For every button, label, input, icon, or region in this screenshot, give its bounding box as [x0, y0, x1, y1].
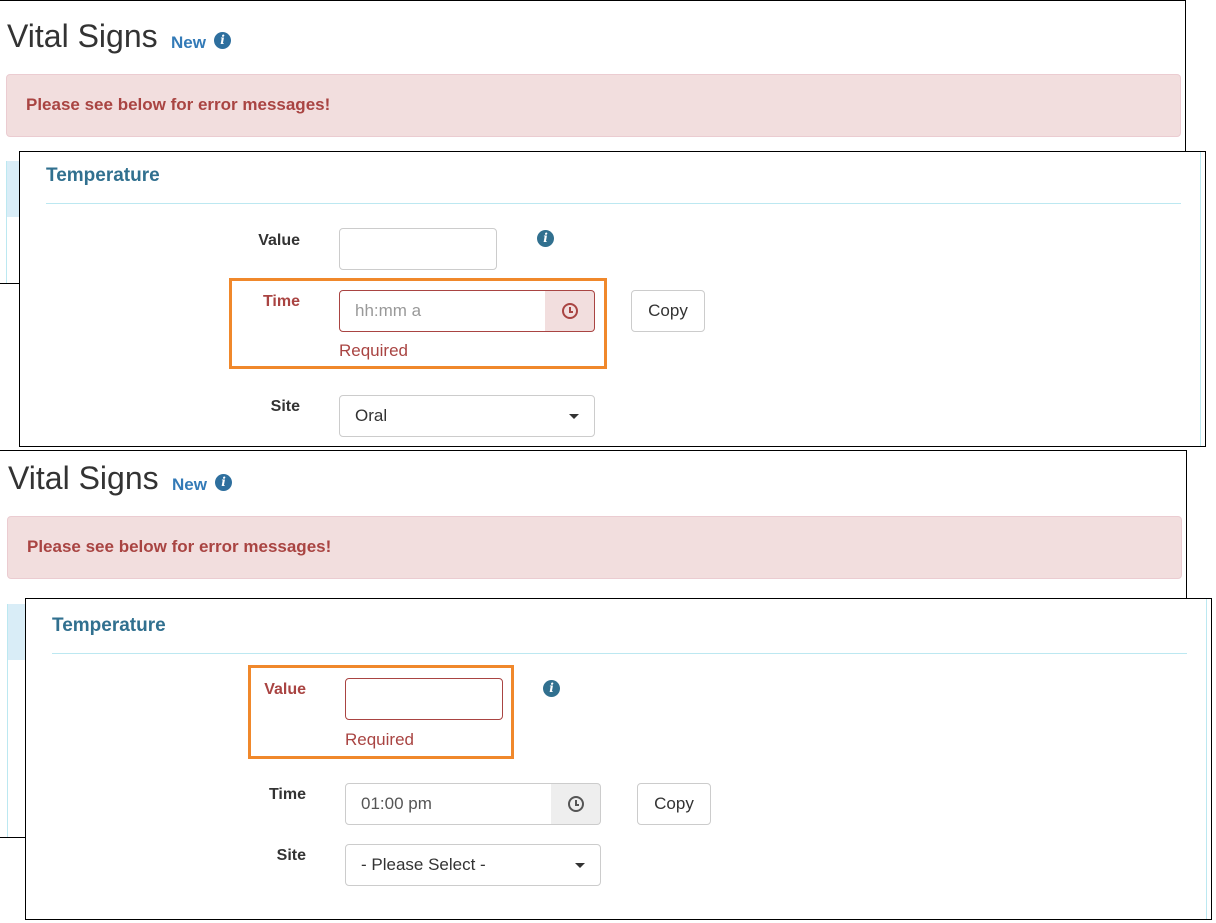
header-info-icon[interactable]: i — [214, 32, 231, 49]
header-info-icon[interactable]: i — [215, 474, 232, 491]
time-label: Time — [268, 786, 306, 803]
site-selected-value: Oral — [355, 406, 388, 425]
new-status-link[interactable]: New — [172, 475, 207, 495]
site-label: Site — [276, 847, 306, 864]
panel-title: Temperature — [46, 165, 160, 186]
time-input-value: 01:00 pm — [361, 794, 432, 813]
site-select[interactable]: - Please Select - — [345, 844, 601, 886]
clock-icon — [567, 796, 584, 812]
site-selected-value: - Please Select - — [361, 855, 486, 874]
copy-button[interactable]: Copy — [637, 783, 711, 825]
error-alert: Please see below for error messages! — [7, 516, 1182, 579]
value-label: Value — [258, 232, 300, 249]
new-status-link[interactable]: New — [171, 33, 206, 53]
screen-2-temperature-panel: Temperature Value i Required Time 01:00 … — [25, 598, 1212, 920]
time-input[interactable]: 01:00 pm — [345, 783, 553, 825]
panel-title: Temperature — [52, 615, 166, 636]
panel-right-edge — [1206, 599, 1207, 919]
site-select[interactable]: Oral — [339, 395, 595, 437]
page-title: Vital Signs — [7, 18, 158, 54]
value-info-icon[interactable]: i — [537, 230, 554, 247]
error-alert-text: Please see below for error messages! — [26, 95, 331, 114]
value-field-highlight — [248, 665, 514, 759]
page-title: Vital Signs — [8, 460, 159, 496]
time-field-highlight — [229, 278, 607, 369]
error-alert: Please see below for error messages! — [6, 74, 1181, 137]
value-input[interactable] — [339, 228, 497, 270]
time-picker-button[interactable] — [551, 783, 601, 825]
screen-1-temperature-panel: Temperature Value i Time hh:mm a Require… — [19, 151, 1206, 447]
panel-right-edge — [1200, 152, 1201, 446]
value-info-icon[interactable]: i — [543, 680, 560, 697]
caret-down-icon — [569, 414, 579, 419]
panel-divider — [46, 203, 1181, 204]
panel-divider — [52, 653, 1187, 654]
caret-down-icon — [575, 863, 585, 868]
site-label: Site — [270, 398, 300, 415]
copy-button[interactable]: Copy — [631, 290, 705, 332]
error-alert-text: Please see below for error messages! — [27, 537, 332, 556]
